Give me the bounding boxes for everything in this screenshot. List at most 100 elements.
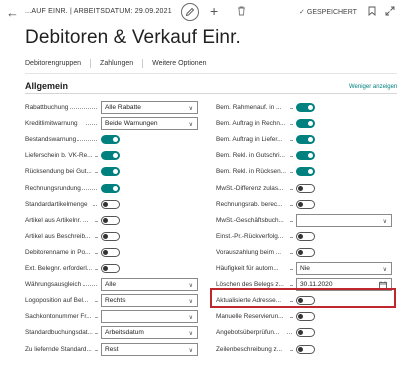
field-row-bem-rekl-in-rücksen: Bem. Rekl. in Rücksen...	[216, 165, 392, 179]
dropdown-select[interactable]: Alle ∨	[101, 278, 198, 291]
field-label: Angebotsüberprüfun...	[216, 329, 280, 336]
toggle-switch[interactable]	[296, 151, 315, 160]
action-debitorengruppen[interactable]: Debitorengruppen	[25, 60, 81, 67]
toggle-knob	[308, 153, 313, 158]
expand-icon[interactable]	[385, 6, 395, 16]
field-label: Manuelle Reservierun...	[216, 313, 284, 320]
edit-button[interactable]	[181, 3, 199, 21]
chevron-down-icon: ∨	[188, 283, 193, 289]
toggle-switch[interactable]	[101, 264, 120, 273]
toggle-knob	[308, 105, 313, 110]
field-row-kreditlimitwarnung: Kreditlimitwarnung Beide Warnungen ∨	[25, 117, 198, 131]
chevron-down-icon: ∨	[382, 219, 387, 225]
field-row-logoposition-auf-bel: Logoposition auf Bel... Rechts ∨	[25, 294, 198, 308]
field-row-bem-auftrag-in-liefer: Bem. Auftrag in Liefer...	[216, 133, 392, 147]
chevron-down-icon: ∨	[188, 299, 193, 305]
toggle-switch[interactable]	[101, 184, 120, 193]
chevron-down-icon: ∨	[382, 267, 387, 273]
leader-dots	[95, 350, 97, 351]
toggle-switch[interactable]	[296, 328, 315, 337]
toggle-knob	[103, 202, 108, 207]
toggle-knob	[113, 169, 118, 174]
show-less-link[interactable]: Weniger anzeigen	[349, 84, 397, 90]
leader-dots	[95, 317, 97, 318]
field-label: Löschen des Belegs z...	[216, 281, 284, 288]
toggle-switch[interactable]	[296, 200, 315, 209]
toggle-switch[interactable]	[296, 184, 315, 193]
field-label: Häufigkeit für autom...	[216, 265, 279, 272]
toggle-switch[interactable]	[101, 248, 120, 257]
chevron-down-icon: ∨	[188, 106, 193, 112]
field-row-bestandswarnung: Bestandswarnung	[25, 133, 198, 147]
toggle-switch[interactable]	[101, 151, 120, 160]
field-row-bem-rekl-in-gutschri: Bem. Rekl. in Gutschri...	[216, 149, 392, 163]
toggle-knob	[103, 250, 108, 255]
dropdown-select[interactable]: Nie ∨	[296, 262, 392, 275]
chevron-down-icon: ∨	[188, 315, 193, 321]
field-label: Standardartikelmenge	[25, 201, 88, 208]
toggle-switch[interactable]	[296, 119, 315, 128]
dropdown-select[interactable]: Beide Warnungen ∨	[101, 117, 198, 130]
dropdown-select[interactable]: ∨	[296, 214, 392, 227]
toggle-switch[interactable]	[296, 248, 315, 257]
toggle-knob	[298, 202, 303, 207]
leader-dots	[86, 124, 97, 125]
dropdown-value: Rest	[105, 346, 119, 353]
dropdown-value: Nie	[300, 265, 310, 272]
leader-dots	[290, 237, 292, 238]
section-title: Allgemein	[25, 81, 69, 91]
field-row-artikel-aus-beschreib: Artikel aus Beschreib...	[25, 230, 198, 244]
toggle-switch[interactable]	[101, 200, 120, 209]
dropdown-select[interactable]: Alle Rabatte ∨	[101, 101, 198, 114]
toggle-switch[interactable]	[296, 167, 315, 176]
field-label: MwSt.-Differenz zulas...	[216, 185, 284, 192]
dropdown-select[interactable]: Arbeitsdatum ∨	[101, 326, 198, 339]
toggle-switch[interactable]	[296, 312, 315, 321]
leader-dots	[95, 333, 97, 334]
toggle-switch[interactable]	[101, 167, 120, 176]
action-separator	[90, 59, 92, 68]
toggle-knob	[103, 234, 108, 239]
leader-dots	[79, 189, 97, 190]
field-row-artikel-aus-artikelnr: Artikel aus Artikelnr. ...	[25, 214, 198, 228]
leader-dots	[290, 205, 292, 206]
dropdown-select[interactable]: ∨	[101, 310, 198, 323]
action-weitere-optionen[interactable]: Weitere Optionen	[152, 60, 206, 67]
leader-dots	[95, 172, 97, 173]
leader-dots	[290, 156, 292, 157]
top-bar: ← ...AUF EINR. | ARBEITSDATUM: 29.09.202…	[0, 0, 401, 26]
field-row-mwst-geschäftsbuch: MwSt.-Geschäftsbuch... ∨	[216, 214, 392, 228]
delete-icon[interactable]	[237, 6, 246, 16]
action-bar: Debitorengruppen Zahlungen Weitere Optione…	[25, 59, 216, 71]
dropdown-select[interactable]: Rechts ∨	[101, 294, 198, 307]
field-label: Bem. Auftrag in Rechn...	[216, 120, 286, 127]
leader-dots	[95, 237, 97, 238]
toggle-switch[interactable]	[296, 232, 315, 241]
leader-dots	[95, 221, 97, 222]
toggle-switch[interactable]	[296, 345, 315, 354]
action-zahlungen[interactable]: Zahlungen	[100, 60, 133, 67]
field-label: Bestandswarnung	[25, 136, 77, 143]
back-arrow-icon[interactable]: ←	[6, 6, 20, 20]
leader-dots	[95, 156, 97, 157]
field-label: Rechnungsrundung	[25, 185, 81, 192]
divider	[25, 73, 397, 74]
field-label: Bem. Rekl. in Rücksen...	[216, 168, 286, 175]
field-label: Währungsausgleich	[25, 281, 82, 288]
toggle-switch[interactable]	[101, 135, 120, 144]
dropdown-select[interactable]: Rest ∨	[101, 343, 198, 356]
toggle-switch[interactable]	[101, 232, 120, 241]
field-row-zu-liefernde-standard: Zu liefernde Standard... Rest ∨	[25, 343, 198, 357]
field-label: Bem. Rekl. in Gutschri...	[216, 152, 285, 159]
toggle-switch[interactable]	[296, 135, 315, 144]
field-row-rechnungsrab-berec: Rechnungsrab. berec...	[216, 198, 392, 212]
leader-dots	[287, 333, 292, 334]
field-label: MwSt.-Geschäftsbuch...	[216, 217, 284, 224]
dropdown-value: Beide Warnungen	[105, 120, 158, 127]
leader-dots	[83, 285, 97, 286]
toggle-switch[interactable]	[101, 216, 120, 225]
bookmark-icon[interactable]	[368, 6, 376, 16]
toggle-switch[interactable]	[296, 103, 315, 112]
dropdown-value: Alle	[105, 281, 116, 288]
add-icon[interactable]: +	[210, 4, 218, 18]
